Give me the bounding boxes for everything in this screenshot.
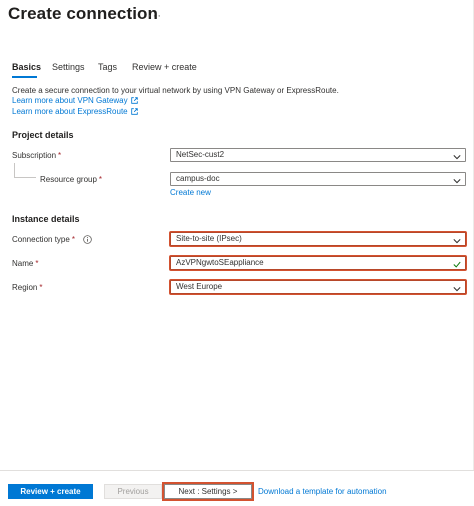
project-details-heading: Project details: [12, 130, 74, 140]
connection-type-value: Site-to-site (IPsec): [176, 234, 242, 243]
tab-tags[interactable]: Tags: [98, 62, 117, 72]
info-icon[interactable]: [83, 235, 92, 246]
chevron-down-icon: [453, 236, 461, 248]
external-link-icon: [130, 108, 138, 117]
create-new-link[interactable]: Create new: [170, 188, 211, 197]
review-create-button[interactable]: Review + create: [8, 484, 93, 499]
resource-group-label-text: Resource group: [40, 175, 97, 184]
learn-more-expressroute-text: Learn more about ExpressRoute: [12, 107, 128, 116]
page-title: Create connection: [8, 4, 159, 23]
resource-group-dropdown[interactable]: campus-doc: [170, 172, 466, 186]
footer-divider: [0, 470, 474, 471]
region-value: West Europe: [176, 282, 223, 291]
subscription-dropdown[interactable]: NetSec-cust2: [170, 148, 466, 162]
connection-type-label: Connection type *: [12, 235, 92, 246]
name-label-text: Name: [12, 259, 34, 268]
name-value: AzVPNgwtoSEappliance: [176, 258, 264, 267]
region-label-text: Region: [12, 283, 38, 292]
download-template-link[interactable]: Download a template for automation: [258, 487, 387, 496]
required-marker: *: [35, 259, 39, 268]
subscription-label-text: Subscription: [12, 151, 57, 160]
next-settings-button[interactable]: Next : Settings >: [164, 484, 252, 499]
connection-type-label-text: Connection type: [12, 235, 70, 244]
tab-review-create[interactable]: Review + create: [132, 62, 197, 72]
checkmark-icon: [453, 260, 461, 272]
external-link-icon: [130, 97, 138, 106]
resource-group-value: campus-doc: [176, 174, 220, 183]
more-options-button[interactable]: ···: [148, 10, 162, 22]
learn-more-vpn-text: Learn more about VPN Gateway: [12, 96, 128, 105]
previous-button[interactable]: Previous: [104, 484, 162, 499]
connection-type-dropdown[interactable]: Site-to-site (IPsec): [170, 232, 466, 246]
learn-more-vpn-link[interactable]: Learn more about VPN Gateway: [12, 96, 138, 106]
tab-basics[interactable]: Basics: [12, 62, 41, 72]
required-marker: *: [58, 151, 62, 160]
required-marker: *: [98, 175, 103, 184]
subscription-value: NetSec-cust2: [176, 150, 225, 159]
chevron-down-icon: [453, 152, 461, 164]
tree-connector-vertical: [14, 163, 15, 177]
chevron-down-icon: [453, 284, 461, 296]
chevron-down-icon: [453, 176, 461, 188]
name-input[interactable]: AzVPNgwtoSEappliance: [170, 256, 466, 270]
resource-group-label: Resource group *: [40, 175, 102, 184]
subscription-label: Subscription *: [12, 151, 61, 160]
region-dropdown[interactable]: West Europe: [170, 280, 466, 294]
intro-description: Create a secure connection to your virtu…: [12, 86, 339, 95]
instance-details-heading: Instance details: [12, 214, 80, 224]
required-marker: *: [71, 235, 75, 244]
tree-connector-horizontal: [14, 177, 36, 178]
tab-settings[interactable]: Settings: [52, 62, 85, 72]
region-label: Region *: [12, 283, 42, 292]
required-marker: *: [39, 283, 43, 292]
name-label: Name *: [12, 259, 38, 268]
active-tab-indicator: [12, 76, 37, 78]
learn-more-expressroute-link[interactable]: Learn more about ExpressRoute: [12, 107, 138, 117]
